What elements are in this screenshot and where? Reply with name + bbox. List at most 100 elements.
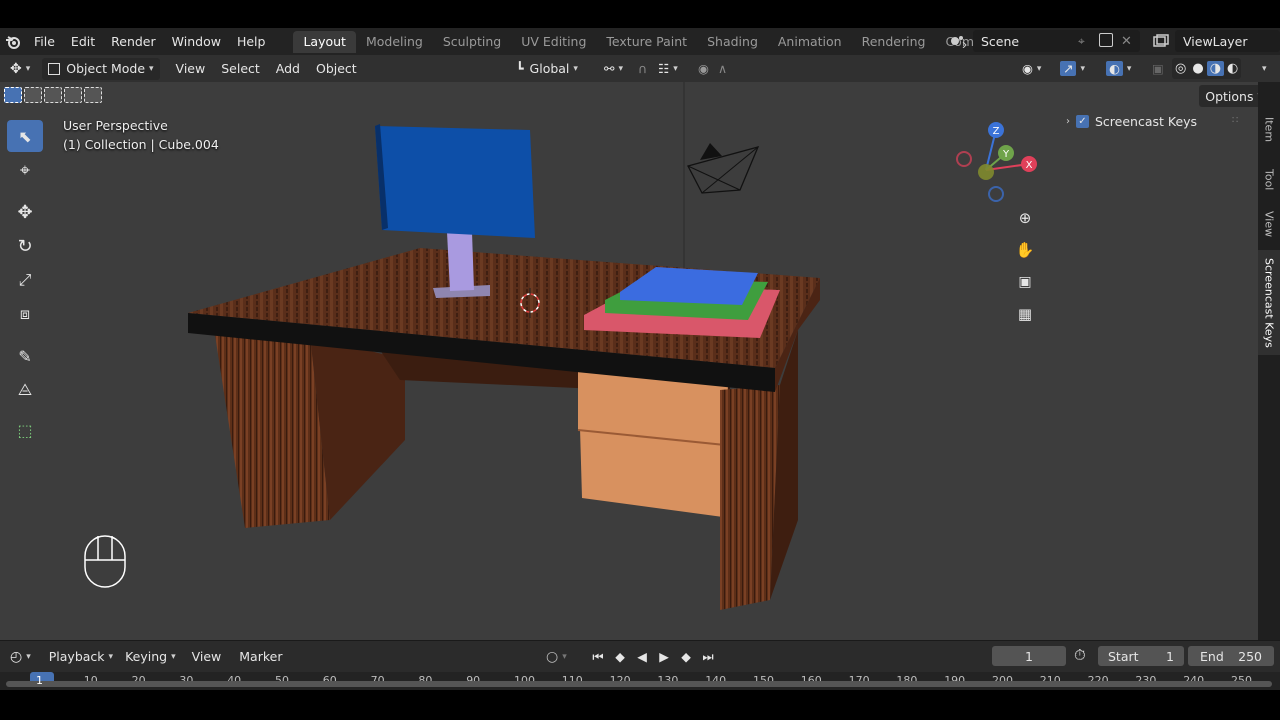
jump-end-icon[interactable]: ⏭ xyxy=(698,649,718,665)
select-invert-icon[interactable] xyxy=(84,87,102,103)
select-intersect-icon[interactable] xyxy=(64,87,82,103)
menu-window[interactable]: Window xyxy=(164,28,229,55)
view-layer-icon[interactable] xyxy=(1148,30,1174,52)
blender-logo-icon[interactable] xyxy=(0,35,26,49)
tab-shading[interactable]: Shading xyxy=(697,31,768,53)
start-frame-field[interactable]: Start 1 xyxy=(1098,646,1184,666)
cursor-tool[interactable]: ⌖ xyxy=(7,154,43,186)
cursor-arrow-icon: ⬉ xyxy=(18,126,32,146)
snap-target-button[interactable]: ☷ ▾ xyxy=(652,58,684,80)
add-menu[interactable]: Add xyxy=(270,58,306,80)
pin-icon[interactable]: ⌖ xyxy=(1078,34,1085,49)
keying-label: Keying xyxy=(125,649,168,664)
timeline-view-menu[interactable]: View xyxy=(186,646,228,668)
select-extend-icon[interactable] xyxy=(24,87,42,103)
orientation-icon: ┗ xyxy=(516,61,524,76)
select-new-icon[interactable] xyxy=(4,87,22,103)
scene-type-icon[interactable] xyxy=(945,30,971,52)
play-reverse-icon[interactable]: ◀ xyxy=(632,649,652,665)
move-icon: ✥ xyxy=(17,201,33,223)
add-cube-tool[interactable]: ⬚ xyxy=(7,414,43,446)
tab-sculpting[interactable]: Sculpting xyxy=(433,31,511,53)
pan-button[interactable]: ✋ xyxy=(1011,236,1039,264)
menu-edit[interactable]: Edit xyxy=(63,28,103,55)
falloff-button[interactable]: ∧ xyxy=(712,58,733,80)
tab-rendering[interactable]: Rendering xyxy=(852,31,936,53)
tab-uv-editing[interactable]: UV Editing xyxy=(511,31,596,53)
menu-help[interactable]: Help xyxy=(229,28,274,55)
drag-handle-icon[interactable]: ∷ xyxy=(1232,115,1238,126)
screencast-keys-panel[interactable]: › ✓ Screencast Keys xyxy=(1066,114,1197,129)
tab-item[interactable]: Item xyxy=(1258,110,1280,150)
pivot-point-button[interactable]: ⚯ ▾ xyxy=(598,58,629,80)
shading-options-button[interactable]: ▾ xyxy=(1252,58,1273,80)
xray-icon: ▣ xyxy=(1152,61,1164,76)
screencast-checkbox[interactable]: ✓ xyxy=(1076,115,1089,128)
tab-modeling[interactable]: Modeling xyxy=(356,31,433,53)
menu-file[interactable]: File xyxy=(26,28,63,55)
camera-view-button[interactable]: ▣ xyxy=(1011,268,1039,296)
select-subtract-icon[interactable] xyxy=(44,87,62,103)
hand-icon: ✋ xyxy=(1015,241,1035,259)
wireframe-shading-icon[interactable]: ◎ xyxy=(1172,61,1189,76)
menu-render[interactable]: Render xyxy=(103,28,164,55)
gizmo-toggle[interactable]: ↗ ▾ xyxy=(1054,58,1091,80)
xray-toggle[interactable]: ▣ xyxy=(1146,58,1170,80)
object-menu[interactable]: Object xyxy=(310,58,363,80)
play-icon[interactable]: ▶ xyxy=(654,649,674,665)
shading-modes: ◎ ● ◑ ◐ xyxy=(1172,58,1242,79)
end-frame-field[interactable]: End 250 xyxy=(1188,646,1274,666)
pivot-icon: ⚯ xyxy=(604,61,615,76)
gizmo-icon: ↗ xyxy=(1060,61,1077,76)
select-box-tool[interactable]: ⬉ xyxy=(7,120,43,152)
overlay-toggle[interactable]: ◐ ▾ xyxy=(1100,58,1137,80)
transform-tool[interactable]: ⧈ xyxy=(7,298,43,330)
timeline-scrollbar[interactable] xyxy=(6,681,1272,687)
measure-tool[interactable]: ⨺ xyxy=(7,374,43,406)
tab-animation[interactable]: Animation xyxy=(768,31,852,53)
chevron-right-icon[interactable]: › xyxy=(1066,116,1070,127)
rotate-tool[interactable]: ↻ xyxy=(7,230,43,262)
rendered-shading-icon[interactable]: ◐ xyxy=(1224,61,1241,76)
mode-selector[interactable]: Object Mode ▾ xyxy=(42,57,160,80)
tab-tool[interactable]: Tool xyxy=(1258,160,1280,200)
material-shading-icon[interactable]: ◑ xyxy=(1206,61,1225,76)
chevron-down-icon: ▾ xyxy=(1262,63,1267,74)
view-menu[interactable]: View xyxy=(170,58,212,80)
jump-start-icon[interactable]: ⏮ xyxy=(588,649,608,665)
auto-keying-toggle[interactable]: ○ ▾ xyxy=(540,646,573,668)
view-layer-selector[interactable]: ViewLayer xyxy=(1175,30,1280,52)
editor-type-button[interactable]: ✥ ▾ xyxy=(4,58,36,80)
current-frame-field[interactable]: 1 xyxy=(992,646,1066,666)
move-tool[interactable]: ✥ xyxy=(7,196,43,228)
ruler-icon: ⨺ xyxy=(17,380,33,399)
3d-viewport[interactable]: Z X Y ⊕ ✋ ▣ ▦ › ✓ Screencast Keys ∷ xyxy=(0,82,1258,640)
tab-screencast-keys[interactable]: Screencast Keys xyxy=(1258,250,1280,355)
stopwatch-icon[interactable]: ⏱ xyxy=(1074,646,1086,664)
tab-texture-paint[interactable]: Texture Paint xyxy=(596,31,697,53)
magnet-icon: ∩ xyxy=(638,61,648,76)
tab-view[interactable]: View xyxy=(1258,204,1280,244)
scale-tool[interactable]: ⤢ xyxy=(7,264,43,296)
transform-orientation[interactable]: ┗ Global ▾ xyxy=(510,58,584,80)
perspective-toggle-button[interactable]: ▦ xyxy=(1011,300,1039,328)
new-scene-icon[interactable] xyxy=(1099,33,1113,47)
solid-shading-icon[interactable]: ● xyxy=(1189,61,1206,76)
prev-keyframe-icon[interactable]: ◆ xyxy=(610,649,630,665)
playback-menu[interactable]: Playback ▾ xyxy=(43,646,119,668)
keying-menu[interactable]: Keying ▾ xyxy=(119,646,182,668)
start-label: Start xyxy=(1108,648,1139,664)
scene-selector[interactable]: Scene ⌖ ✕ xyxy=(973,30,1140,52)
select-menu[interactable]: Select xyxy=(215,58,266,80)
timeline-editor-type[interactable]: ◴ ▾ xyxy=(4,646,37,668)
tab-layout[interactable]: Layout xyxy=(293,30,356,53)
marker-menu[interactable]: Marker xyxy=(233,646,288,668)
delete-scene-icon[interactable]: ✕ xyxy=(1121,34,1132,49)
navigation-gizmo[interactable]: Z X Y xyxy=(951,120,1041,210)
next-keyframe-icon[interactable]: ◆ xyxy=(676,649,696,665)
visibility-button[interactable]: ◉ ▾ xyxy=(1016,58,1047,80)
zoom-button[interactable]: ⊕ xyxy=(1011,204,1039,232)
cube-add-icon: ⬚ xyxy=(17,420,33,440)
snap-toggle[interactable]: ∩ xyxy=(632,58,653,80)
annotate-tool[interactable]: ✎ xyxy=(7,340,43,372)
